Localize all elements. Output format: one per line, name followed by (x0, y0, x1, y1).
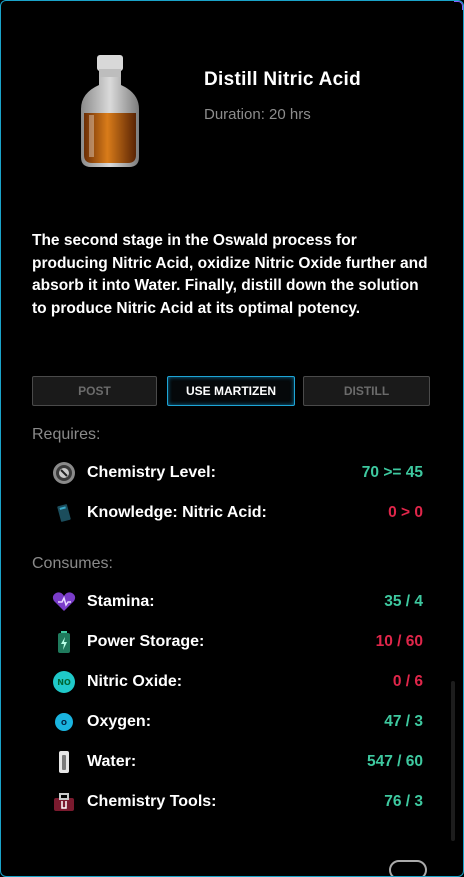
consumable-value: 76 / 3 (384, 793, 423, 810)
consumable-row: Power Storage: 10 / 60 (51, 630, 423, 654)
requirement-label: Chemistry Level: (87, 464, 216, 481)
use-martizen-button[interactable]: USE MARTIZEN (167, 376, 295, 406)
chemistry-level-icon (51, 461, 77, 485)
nitric-oxide-icon: NO (51, 670, 77, 694)
consumable-value: 0 / 6 (392, 673, 423, 690)
requirement-value: 0 > 0 (388, 504, 423, 521)
knowledge-book-icon (51, 501, 77, 525)
chemistry-tools-icon (51, 790, 77, 814)
consumable-row: Water: 547 / 60 (51, 750, 423, 774)
consumable-label: Chemistry Tools: (87, 793, 217, 810)
distill-button[interactable]: DISTILL (303, 376, 430, 406)
recipe-description: The second stage in the Oswald process f… (32, 232, 428, 317)
consumable-row: NO Nitric Oxide: 0 / 6 (51, 670, 423, 694)
consumable-row: O Oxygen: 47 / 3 (51, 710, 423, 734)
recipe-title: Distill Nitric Acid (204, 69, 362, 90)
consumable-row: Chemistry Tools: 76 / 3 (51, 790, 423, 814)
recipe-duration: Duration: 20 hrs (204, 106, 311, 123)
nitric-acid-flask-icon (81, 55, 139, 167)
requires-heading: Requires: (32, 426, 101, 443)
recipe-panel: Distill Nitric Acid Duration: 20 hrs The… (0, 0, 464, 877)
consumable-value: 547 / 60 (366, 753, 423, 770)
requirement-row: Chemistry Level: 70 >= 45 (51, 461, 423, 485)
consumable-row: Stamina: 35 / 4 (51, 590, 423, 614)
requirement-label: Knowledge: Nitric Acid: (87, 504, 267, 521)
corner-accent (454, 1, 463, 10)
consumable-label: Power Storage: (87, 633, 205, 650)
consumable-label: Stamina: (87, 593, 155, 610)
requirement-row: Knowledge: Nitric Acid: 0 > 0 (51, 501, 423, 525)
requirement-value: 70 >= 45 (361, 464, 423, 481)
scrollbar[interactable] (451, 681, 455, 841)
svg-text:O: O (61, 719, 67, 727)
consumable-label: Nitric Oxide: (87, 673, 183, 690)
battery-icon (51, 630, 77, 654)
water-icon (51, 750, 77, 774)
consumable-label: Water: (87, 753, 137, 770)
svg-text:NO: NO (57, 678, 71, 687)
post-button[interactable]: POST (32, 376, 157, 406)
consumable-value: 47 / 3 (384, 713, 423, 730)
consumes-heading: Consumes: (32, 555, 113, 572)
consumable-label: Oxygen: (87, 713, 152, 730)
oxygen-icon: O (51, 710, 77, 734)
stamina-heart-icon (51, 590, 77, 614)
consumable-value: 10 / 60 (375, 633, 423, 650)
consumable-value: 35 / 4 (384, 593, 423, 610)
toggle-switch[interactable] (389, 860, 427, 876)
